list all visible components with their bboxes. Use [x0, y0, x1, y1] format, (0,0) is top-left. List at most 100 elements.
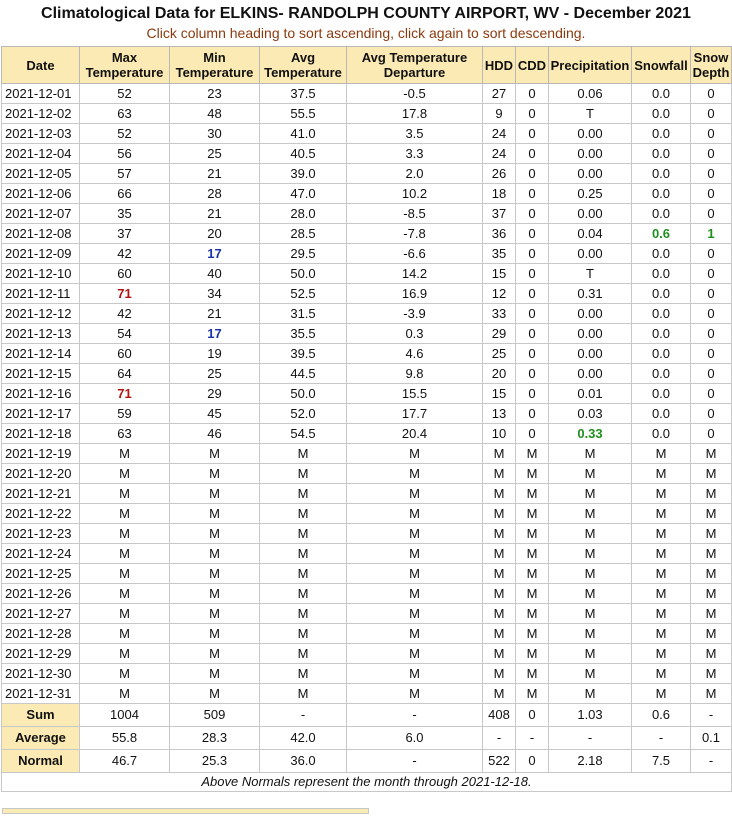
summary-rows: Sum 1004 509- -408 0 1.03 0.6- Average 55.8 28.3 4… — [1, 703, 732, 773]
page-title: Climatological Data for ELKINS- RANDOLPH… — [41, 5, 691, 22]
summary-snow-depth: - — [690, 703, 732, 727]
cell-avg-temperature: 52.5 — [259, 283, 347, 304]
cell-min-temperature: 17 — [169, 243, 260, 264]
summary-min-temperature: 509 — [169, 703, 260, 727]
cell-max-temperature: 52 — [79, 83, 170, 104]
summary-precipitation: - — [548, 726, 632, 750]
cell-max-temperature: M — [79, 643, 170, 664]
summary-label: Normal — [1, 749, 80, 773]
summary-avg-temperature: - — [259, 703, 347, 727]
cell-date: 2021-12-04 — [1, 143, 80, 164]
header-snowfall[interactable]: Snowfall — [631, 46, 691, 84]
cell-max-temperature: 37 — [79, 223, 170, 244]
cell-max-temperature: 54 — [79, 323, 170, 344]
cell-snowfall: M — [631, 683, 691, 704]
cell-avg-temperature: M — [259, 523, 347, 544]
cell-min-temperature: 19 — [169, 343, 260, 364]
cell-precipitation: M — [548, 563, 632, 584]
cell-precipitation: T — [548, 263, 632, 284]
table-row: 2021-12-14 60 19 39.5 4.6 25 0 0.00 0.0 0 — [1, 343, 732, 364]
cell-cdd: 0 — [515, 323, 549, 344]
cell-avg-temperature-departure: -0.5 — [346, 83, 483, 104]
cell-max-temperature: 59 — [79, 403, 170, 424]
header-min-temperature[interactable]: Min Temperature — [169, 46, 260, 84]
cell-precipitation: 0.04 — [548, 223, 632, 244]
cell-snowfall: 0.0 — [631, 403, 691, 424]
table-row: 2021-12-27 M M M M M M M M M — [1, 603, 732, 624]
header-snow-depth[interactable]: Snow Depth — [690, 46, 732, 84]
cell-hdd: 37 — [482, 203, 516, 224]
cell-cdd: 0 — [515, 143, 549, 164]
cell-precipitation: 0.31 — [548, 283, 632, 304]
cell-snowfall: M — [631, 543, 691, 564]
header-cdd[interactable]: CDD — [515, 46, 549, 84]
summary-row: Sum 1004 509- -408 0 1.03 0.6- — [1, 703, 732, 727]
footnote-row: Above Normals represent the month throug… — [1, 772, 732, 792]
cell-hdd: M — [482, 623, 516, 644]
header-precipitation[interactable]: Precipitation — [548, 46, 632, 84]
cell-max-temperature: M — [79, 663, 170, 684]
cell-date: 2021-12-23 — [1, 523, 80, 544]
summary-row: Average 55.8 28.3 42.0 6.0- - - -0.1 — [1, 726, 732, 750]
cell-avg-temperature-departure: 3.5 — [346, 123, 483, 144]
cell-min-temperature: 23 — [169, 83, 260, 104]
cell-date: 2021-12-07 — [1, 203, 80, 224]
cell-snowfall: 0.0 — [631, 143, 691, 164]
cell-avg-temperature: 28.5 — [259, 223, 347, 244]
cell-snowfall: 0.0 — [631, 183, 691, 204]
cell-max-temperature: 42 — [79, 303, 170, 324]
cell-cdd: M — [515, 543, 549, 564]
header-row: Date Max Temperature Min Temperature Avg… — [1, 46, 732, 84]
cell-precipitation: 0.03 — [548, 403, 632, 424]
cell-date: 2021-12-27 — [1, 603, 80, 624]
table-row: 2021-12-30 M M M M M M M M M — [1, 663, 732, 684]
cell-snow-depth: 0 — [690, 403, 732, 424]
table-row: 2021-12-10 60 40 50.0 14.2 15 0 T 0.0 0 — [1, 263, 732, 284]
cell-snow-depth: 1 — [690, 223, 732, 244]
cell-min-temperature: M — [169, 483, 260, 504]
cell-hdd: 26 — [482, 163, 516, 184]
cell-avg-temperature-departure: 17.7 — [346, 403, 483, 424]
table-row: 2021-12-16 71 29 50.0 15.5 15 0 0.01 0.0 0 — [1, 383, 732, 404]
cell-avg-temperature: M — [259, 683, 347, 704]
header-date[interactable]: Date — [1, 46, 80, 84]
header-max-temperature[interactable]: Max Temperature — [79, 46, 170, 84]
table-row: 2021-12-28 M M M M M M M M M — [1, 623, 732, 644]
cell-cdd: M — [515, 683, 549, 704]
cell-snowfall: 0.6 — [631, 223, 691, 244]
sort-instructions: Click column heading to sort ascending, … — [146, 25, 586, 41]
cell-cdd: 0 — [515, 243, 549, 264]
cell-min-temperature: M — [169, 443, 260, 464]
cell-min-temperature: 25 — [169, 363, 260, 384]
cell-snow-depth: M — [690, 623, 732, 644]
header-hdd[interactable]: HDD — [482, 46, 516, 84]
cell-max-temperature: 56 — [79, 143, 170, 164]
cell-precipitation: 0.00 — [548, 323, 632, 344]
cell-date: 2021-12-09 — [1, 243, 80, 264]
header-avg-temperature[interactable]: Avg Temperature — [259, 46, 347, 84]
cell-snow-depth: M — [690, 463, 732, 484]
cell-precipitation: 0.00 — [548, 163, 632, 184]
summary-snowfall: 7.5 — [631, 749, 691, 773]
cell-cdd: 0 — [515, 383, 549, 404]
cell-min-temperature: M — [169, 683, 260, 704]
cell-min-temperature: M — [169, 463, 260, 484]
cell-avg-temperature: 39.0 — [259, 163, 347, 184]
cell-snow-depth: M — [690, 523, 732, 544]
cell-hdd: M — [482, 563, 516, 584]
summary-cdd: - — [515, 726, 549, 750]
cell-min-temperature: 48 — [169, 103, 260, 124]
summary-precipitation: 1.03 — [548, 703, 632, 727]
cell-avg-temperature-departure: M — [346, 663, 483, 684]
cell-avg-temperature-departure: M — [346, 583, 483, 604]
cell-min-temperature: M — [169, 563, 260, 584]
cell-snow-depth: M — [690, 583, 732, 604]
lower-table-edge — [2, 808, 369, 814]
cell-snowfall: M — [631, 503, 691, 524]
cell-cdd: 0 — [515, 403, 549, 424]
cell-min-temperature: 21 — [169, 163, 260, 184]
cell-hdd: 15 — [482, 383, 516, 404]
cell-avg-temperature-departure: 4.6 — [346, 343, 483, 364]
header-avg-temperature-departure[interactable]: Avg Temperature Departure — [346, 46, 483, 84]
table-row: 2021-12-06 66 28 47.0 10.2 18 0 0.25 0.0 0 — [1, 183, 732, 204]
